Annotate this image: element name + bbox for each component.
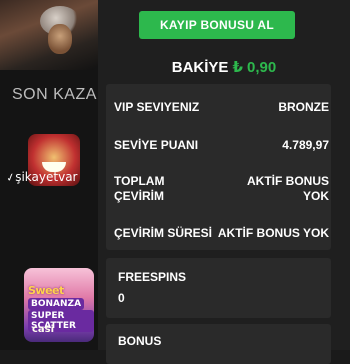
game-tile-subtitle: BONANZA	[28, 298, 85, 310]
bonus-card: BONUS	[106, 324, 331, 364]
total-turnover-label: TOPLAM ÇEVİRİM	[114, 174, 165, 203]
balance-display: BAKİYE ₺ 0,90	[98, 58, 350, 76]
vip-level-value: BRONZE	[278, 100, 329, 114]
watermark-text: şikayetvar	[15, 170, 78, 184]
game-tile-footer: casi	[32, 324, 55, 335]
game-thumbnail-sweet-bonanza[interactable]: Sweet BONANZA SUPER SCATTER casi	[24, 268, 94, 342]
lost-bonus-button[interactable]: KAYIP BONUSU AL	[139, 11, 295, 39]
freespins-value: 0	[118, 291, 125, 305]
balance-label: BAKİYE	[171, 59, 229, 76]
thumbnail-art	[48, 24, 72, 54]
level-points-value: 4.789,97	[282, 138, 329, 152]
bonus-label: BONUS	[118, 334, 162, 348]
freespins-label: FREESPINS	[118, 270, 187, 284]
turnover-period-value: AKTİF BONUS YOK	[217, 226, 329, 240]
vip-level-label: VIP SEVIYENIZ	[114, 100, 200, 114]
freespins-card: FREESPINS 0	[106, 258, 331, 318]
vip-panel: KAYIP BONUSU AL BAKİYE ₺ 0,90 VIP SEVIYEN…	[98, 0, 350, 364]
balance-value: ₺ 0,90	[232, 59, 277, 76]
vip-info-card: VIP SEVIYENIZ BRONZE SEVİYE PUANI 4.789,…	[106, 84, 331, 250]
watermark-logo: ✓şikayetvar	[4, 170, 78, 185]
turnover-period-label: ÇEVİRİM SÜRESİ	[114, 226, 213, 240]
total-turnover-value: AKTİF BONUS YOK	[247, 174, 329, 203]
game-tile-title: Sweet	[28, 284, 64, 297]
game-thumbnail-hero[interactable]	[0, 0, 98, 70]
section-label: SON KAZAN	[12, 86, 109, 103]
level-points-label: SEVİYE PUANI	[114, 138, 199, 152]
